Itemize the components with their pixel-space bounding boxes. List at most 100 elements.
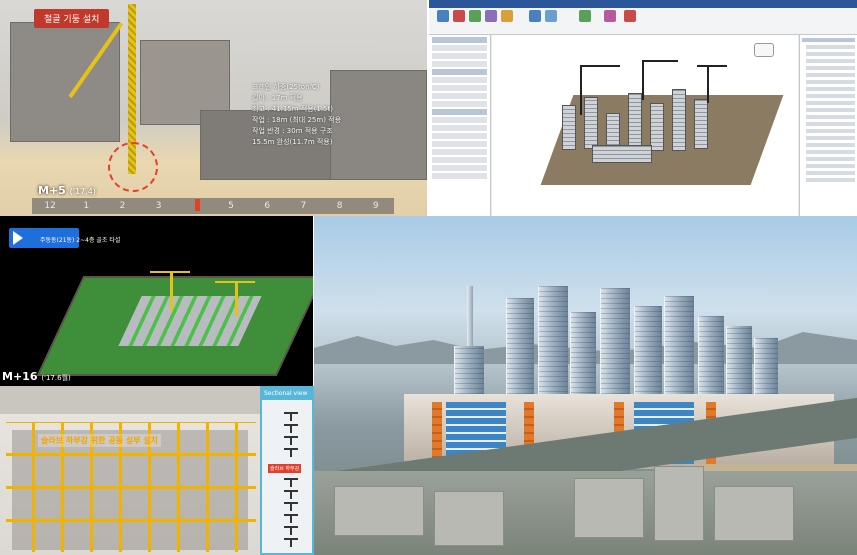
modify-tool-icon[interactable] [437,10,449,22]
crane-arm [580,65,620,67]
browser-item[interactable] [806,101,855,105]
rendering-panel [314,216,857,555]
month-label: M+5 ('17.4) [38,184,96,197]
property-row[interactable] [432,61,487,67]
manage-tool-icon[interactable] [604,10,616,22]
timeline-tick-active[interactable]: 4 [185,199,205,214]
timeline-tick[interactable]: 2 [112,201,132,211]
wall-tool-icon[interactable] [453,10,465,22]
arrow-icon [13,231,23,245]
browser-item[interactable] [806,171,855,175]
crane-highlight-circle [108,142,158,192]
browser-item[interactable] [806,136,855,140]
property-row[interactable] [432,173,487,179]
podium-model[interactable] [592,145,652,163]
browser-item[interactable] [806,129,855,133]
browser-item[interactable] [806,157,855,161]
timeline-tick[interactable]: 5 [221,201,241,211]
timeline-tick[interactable]: 8 [330,201,350,211]
building-model[interactable] [562,105,576,150]
info-line: 크레인 하중(25ton/C) [252,83,320,91]
browser-item[interactable] [806,108,855,112]
month-value: M+16 [2,370,38,383]
apartment-tower [570,312,596,407]
crane-info-text: 크레인 하중(25ton/C) 길이 : 17m 적용 최고 : 41.15m … [252,82,341,148]
property-row[interactable] [432,93,487,99]
floor-marker [284,478,298,487]
panel-title: 철골 기둥 설치 [34,9,110,28]
apartment-tower [538,286,568,406]
timeline-tick[interactable]: 9 [366,201,386,211]
view-tool-icon[interactable] [485,10,497,22]
property-row[interactable] [432,125,487,131]
timeline-tick[interactable]: 12 [40,201,60,211]
browser-item[interactable] [806,94,855,98]
floor-marker [284,424,298,433]
browser-item[interactable] [806,122,855,126]
browser-item[interactable] [806,66,855,70]
browser-item[interactable] [806,59,855,63]
apartment-tower [634,306,662,406]
property-row[interactable] [432,101,487,107]
month-value: M+5 [38,184,66,197]
info-line: 최고 : 41.15m 적용(1.5t) [252,105,333,113]
building-model[interactable] [650,103,664,151]
browser-item[interactable] [806,178,855,182]
systems-tool-icon[interactable] [545,10,557,22]
crane-simulation-panel: 철골 기둥 설치 크레인 하중(25ton/C) 길이 : 17m 적용 최고 … [0,0,427,216]
property-row[interactable] [432,133,487,139]
browser-item[interactable] [806,52,855,56]
property-row[interactable] [432,85,487,91]
floor-marker [284,538,298,547]
property-row[interactable] [432,157,487,163]
browser-item[interactable] [806,73,855,77]
building-model[interactable] [584,97,598,149]
floor-marker [284,412,298,421]
browser-item[interactable] [806,143,855,147]
timeline-tick[interactable]: 6 [257,201,277,211]
floor-marker [284,526,298,535]
sectional-view-panel: Sectional view 슬라브 하부강 [260,386,314,555]
structure-tool-icon[interactable] [529,10,541,22]
building-model[interactable] [694,99,708,149]
annotate-tool-icon[interactable] [501,10,513,22]
property-row[interactable] [432,77,487,83]
viewcube-icon[interactable] [754,43,774,57]
addins-tool-icon[interactable] [624,10,636,22]
property-row[interactable] [432,117,487,123]
floor-marker [284,436,298,445]
info-line: 작업 반경 : 30m 적용 구조 [252,127,333,135]
timeline-bar[interactable]: 12 1 2 3 4 5 6 7 8 9 [32,198,394,214]
property-row[interactable] [432,141,487,147]
site-model-panel: 주동동(21동) 2~4층 골조 타설 M+16 ('17.6월) [0,216,313,386]
building-model[interactable] [628,93,642,151]
month-date: ('17.6월) [41,374,71,382]
properties-section [432,69,487,75]
3d-viewport[interactable] [492,35,798,216]
property-row[interactable] [432,45,487,51]
adjacent-block [330,70,427,180]
timeline-tick[interactable]: 1 [76,201,96,211]
info-line: 15.5m 완성(11.7m 적용) [252,138,333,146]
component-tool-icon[interactable] [469,10,481,22]
massing-tool-icon[interactable] [579,10,591,22]
crane-arm [150,271,190,273]
browser-item[interactable] [806,164,855,168]
browser-item[interactable] [806,115,855,119]
foreground-building [654,466,704,541]
ribbon-tab-strip[interactable] [429,0,857,8]
timeline-tick[interactable]: 3 [149,201,169,211]
crane-arm [642,60,678,62]
browser-item[interactable] [806,150,855,154]
property-row[interactable] [432,149,487,155]
project-browser[interactable] [799,35,857,216]
timeline-tick[interactable]: 7 [293,201,313,211]
property-row[interactable] [432,165,487,171]
browser-item[interactable] [806,45,855,49]
properties-panel[interactable] [429,35,491,216]
property-row[interactable] [432,53,487,59]
browser-item[interactable] [806,87,855,91]
building-model[interactable] [672,89,686,151]
floor-marker [284,502,298,511]
browser-item[interactable] [806,80,855,84]
